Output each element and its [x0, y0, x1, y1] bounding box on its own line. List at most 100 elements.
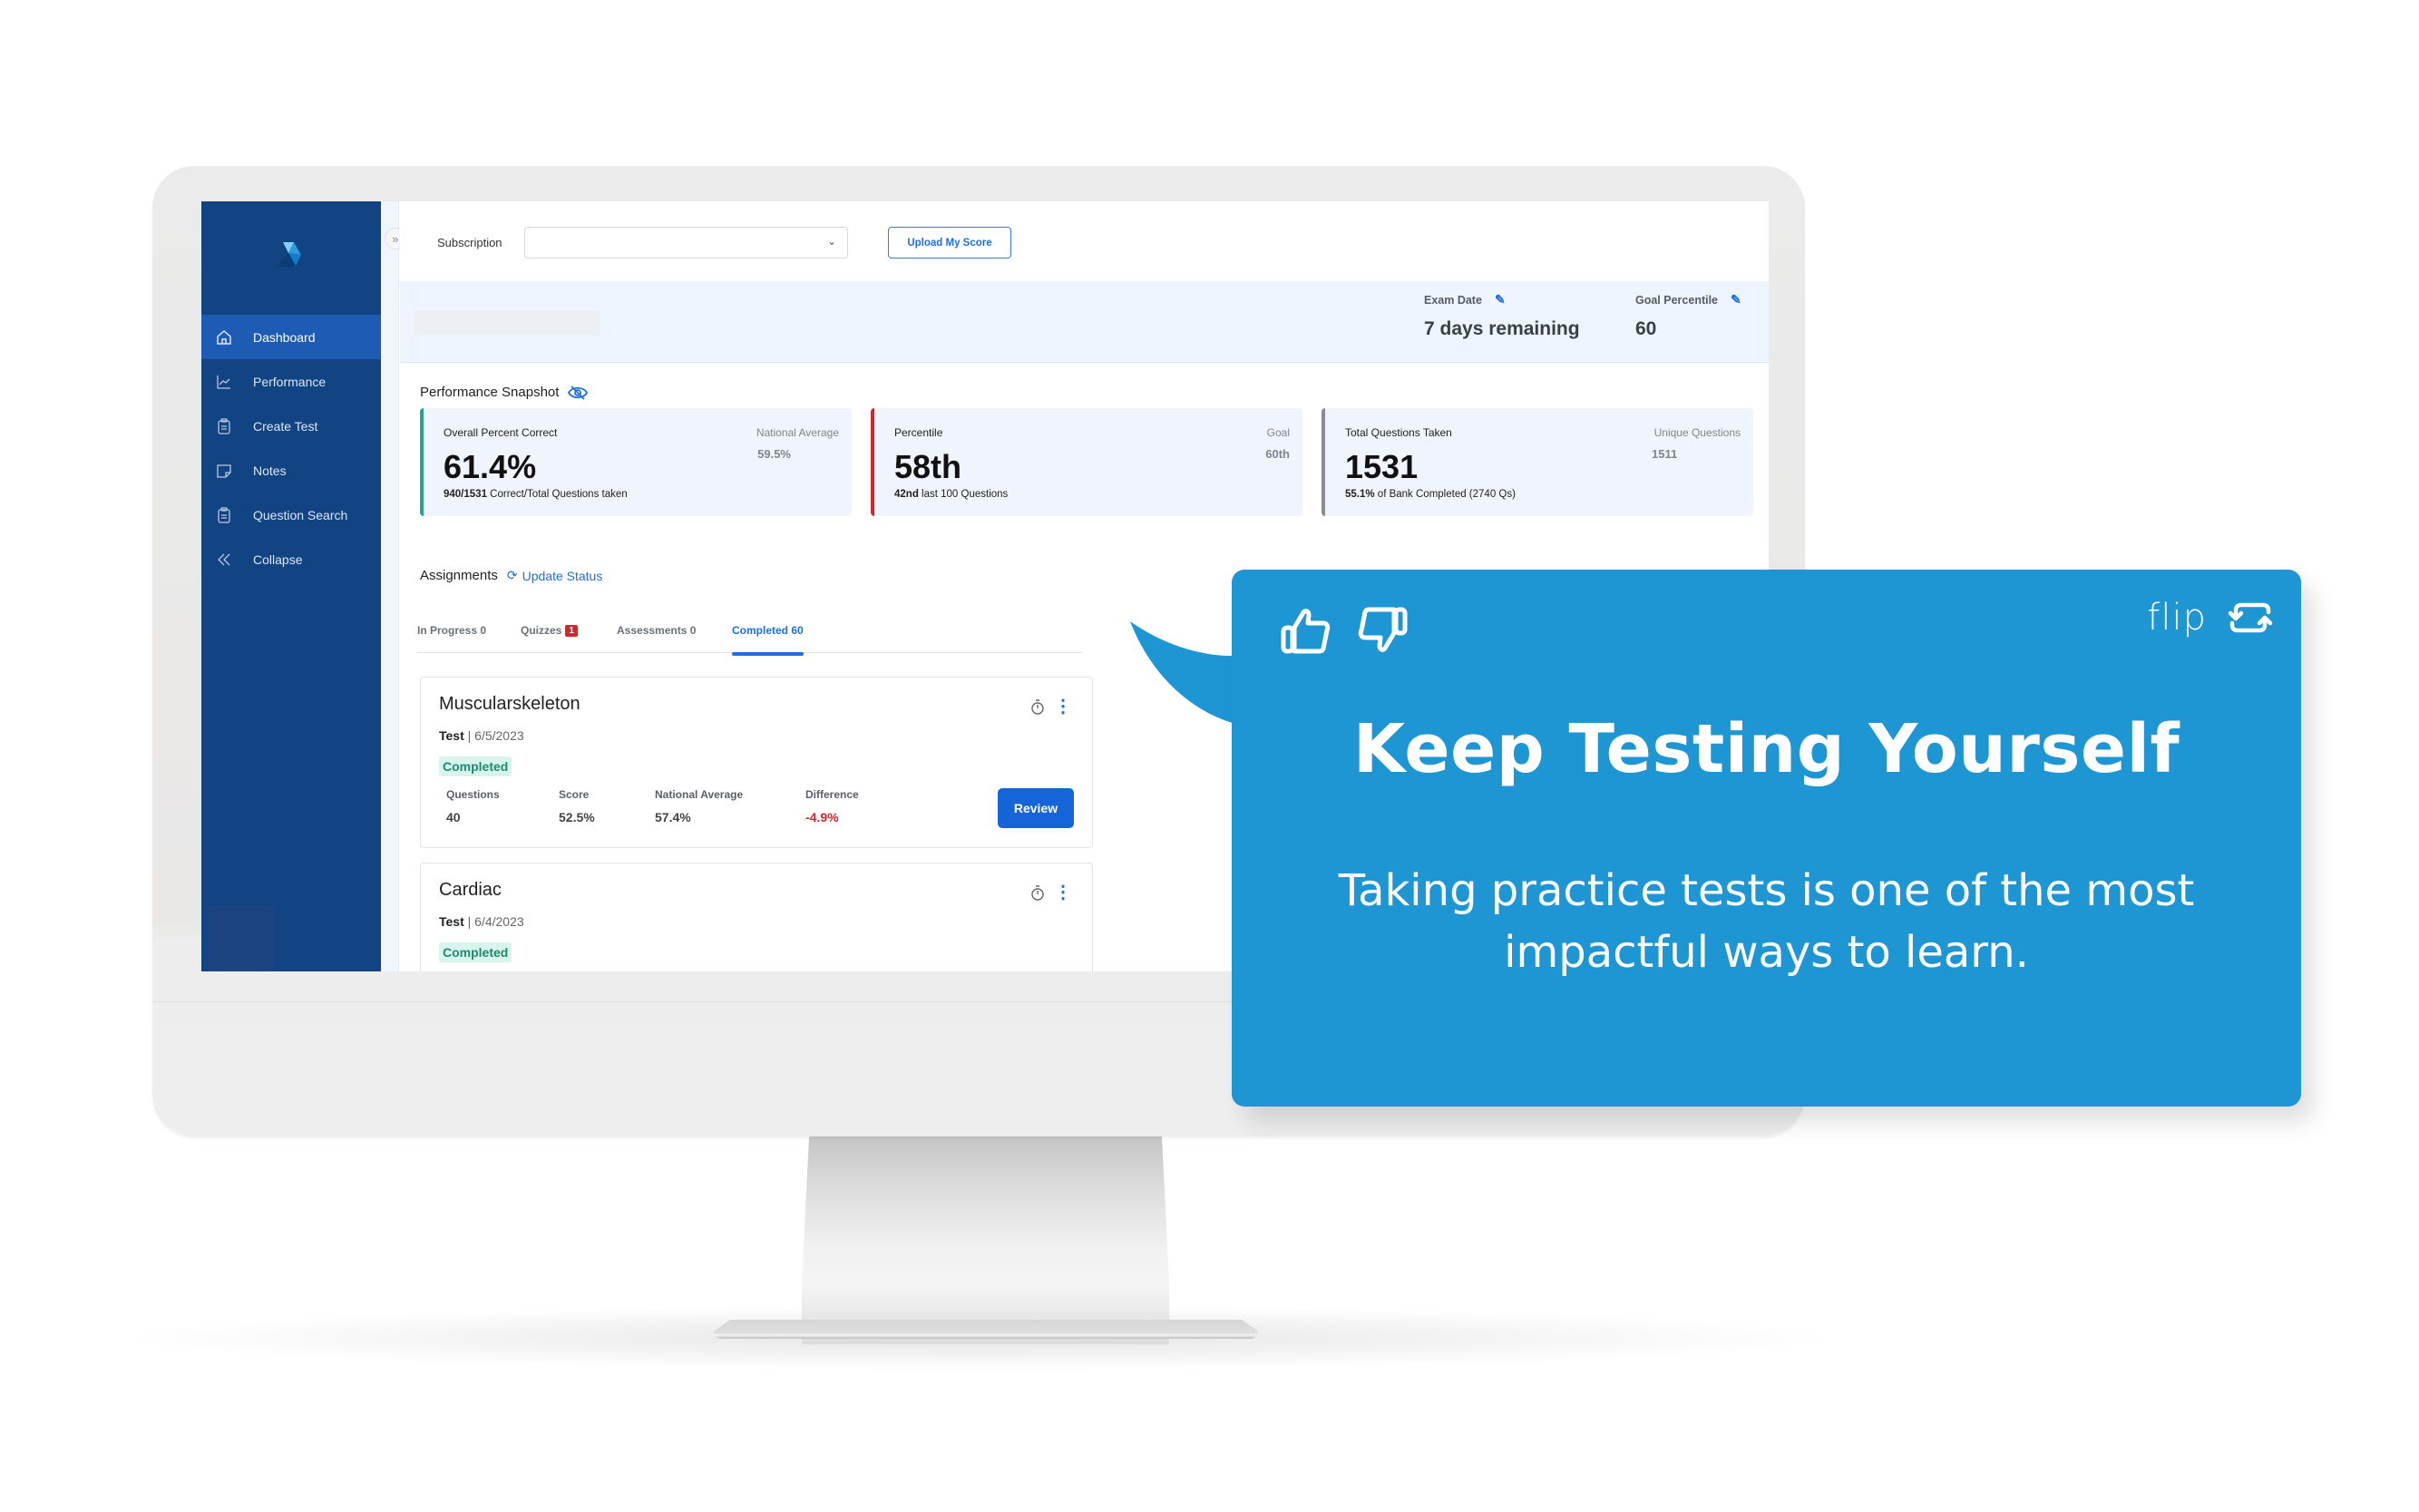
thumbs-down-button[interactable] — [1353, 601, 1411, 659]
thumbs-up-icon — [1281, 609, 1331, 654]
stat-right-value: 59.5% — [757, 447, 791, 461]
metric-questions: Questions 40 — [446, 788, 500, 824]
app-logo — [276, 242, 301, 267]
clipboard-icon — [216, 417, 232, 434]
assignments-heading: Assignments ⟳ Update Status — [420, 568, 602, 583]
loading-placeholder — [414, 310, 600, 336]
upload-my-score-button[interactable]: Upload My Score — [888, 227, 1011, 259]
stat-right-label: National Average — [756, 426, 839, 439]
stat-card-total-questions: Total Questions Taken 1531 55.1% of Bank… — [1322, 408, 1753, 516]
assignments-title: Assignments — [420, 568, 498, 583]
stopwatch-icon — [1030, 699, 1045, 720]
tab-label: Quizzes — [521, 624, 562, 637]
performance-snapshot-title: Performance Snapshot — [420, 385, 560, 400]
sidebar-item-label: Create Test — [253, 418, 318, 434]
sidebar-item-notes[interactable]: Notes — [201, 448, 381, 493]
update-status-link[interactable]: ⟳ Update Status — [507, 568, 602, 583]
sidebar-item-collapse[interactable]: Collapse — [201, 537, 381, 581]
stat-subtext-rest: of Bank Completed (2740 Qs) — [1374, 489, 1516, 500]
stat-subtext: 940/1531 Correct/Total Questions taken — [444, 489, 628, 500]
more-options-icon[interactable]: ⋮ — [1054, 697, 1072, 716]
assignment-tabs: In Progress 0 Quizzes 1 Assessments 0 Com… — [417, 620, 1082, 656]
sidebar-item-label: Notes — [253, 463, 287, 478]
double-chevron-left-icon — [216, 551, 232, 568]
flashcard-title: Keep Testing Yourself — [1352, 710, 2180, 788]
tab-label: In Progress 0 — [417, 624, 487, 637]
main-edge — [381, 201, 399, 971]
assignment-type: Test — [439, 728, 464, 743]
stat-value: 1531 — [1345, 448, 1419, 485]
tab-label: Assessments 0 — [617, 624, 697, 637]
stopwatch-icon — [1030, 885, 1045, 906]
status-badge: Completed — [439, 756, 512, 776]
flip-button[interactable]: flip — [2147, 597, 2274, 639]
flashcard-body: Taking practice tests is one of the most… — [1338, 865, 2195, 978]
exam-info-band: Exam Date ✎ 7 days remaining Goal Percen… — [400, 281, 1769, 363]
stat-value: 61.4% — [444, 448, 537, 485]
tab-label: Completed 60 — [732, 624, 804, 637]
metric-difference: Difference -4.9% — [805, 788, 859, 824]
subscription-select[interactable]: ⌄ — [524, 227, 848, 259]
metric-national-average: National Average 57.4% — [655, 788, 743, 824]
clipboard-search-icon — [216, 506, 232, 523]
stat-subtext-bold: 42nd — [894, 489, 919, 500]
sidebar-item-create-test[interactable]: Create Test — [201, 404, 381, 448]
metric-value: 40 — [446, 810, 461, 824]
goal-percentile-label: Goal Percentile — [1635, 293, 1719, 307]
stat-subtext: 42nd last 100 Questions — [894, 489, 1008, 500]
monitor-stand — [802, 1136, 1169, 1344]
edit-goal-pencil-icon[interactable]: ✎ — [1731, 292, 1741, 307]
stat-subtext-bold: 55.1% — [1345, 489, 1375, 500]
update-status-label: Update Status — [522, 568, 603, 583]
more-options-icon[interactable]: ⋮ — [1054, 883, 1072, 902]
stat-right-label: Unique Questions — [1653, 426, 1741, 439]
stat-card-percentile: Percentile 58th 42nd last 100 Questions … — [871, 408, 1302, 516]
subscription-label: Subscription — [437, 236, 502, 249]
sidebar-item-label: Dashboard — [253, 329, 316, 345]
eye-off-icon[interactable] — [568, 385, 589, 400]
assignment-meta: Test | 6/4/2023 — [439, 914, 524, 929]
edit-exam-date-pencil-icon[interactable]: ✎ — [1495, 292, 1506, 307]
metric-value: -4.9% — [805, 810, 839, 824]
sidebar-item-dashboard[interactable]: Dashboard — [201, 315, 381, 359]
stat-subtext-rest: last 100 Questions — [918, 489, 1009, 500]
flip-icon — [2228, 602, 2273, 633]
metric-score: Score 52.5% — [559, 788, 595, 824]
assignment-title: Cardiac — [439, 880, 502, 900]
note-icon — [216, 463, 232, 479]
performance-snapshot-heading: Performance Snapshot — [420, 385, 589, 400]
review-button[interactable]: Review — [998, 788, 1074, 828]
tab-assessments[interactable]: Assessments 0 — [617, 624, 696, 637]
thumbs-up-button[interactable] — [1277, 601, 1335, 659]
assignment-card: Cardiac Test | 6/4/2023 Completed ⋮ — [420, 863, 1093, 971]
home-icon — [216, 329, 232, 346]
stat-value: 58th — [894, 448, 962, 485]
goal-percentile-value: 60 — [1635, 318, 1657, 339]
stat-subtext: 55.1% of Bank Completed (2740 Qs) — [1345, 489, 1516, 500]
sidebar-placeholder — [208, 906, 273, 971]
assignment-title: Muscularskeleton — [439, 694, 580, 714]
sidebar-item-performance[interactable]: Performance — [201, 359, 381, 404]
metric-label: National Average — [655, 788, 744, 801]
stat-label: Overall Percent Correct — [444, 426, 558, 439]
assignment-card: Muscularskeleton Test | 6/5/2023 Complet… — [420, 677, 1093, 848]
stat-subtext-bold: 940/1531 — [444, 489, 487, 500]
tab-completed[interactable]: Completed 60 — [732, 624, 804, 656]
double-chevron-right-icon: » — [392, 231, 399, 246]
sidebar-item-label: Collapse — [253, 551, 303, 567]
exam-date-value: 7 days remaining — [1424, 318, 1580, 339]
stat-right-label: Goal — [1266, 426, 1290, 439]
chevron-down-icon: ⌄ — [826, 235, 836, 248]
goal-percentile-block: Goal Percentile ✎ 60 — [1635, 292, 1741, 340]
flip-label: flip — [2147, 597, 2207, 639]
status-badge: Completed — [439, 942, 512, 962]
tab-in-progress[interactable]: In Progress 0 — [417, 624, 486, 637]
metric-label: Score — [559, 788, 590, 801]
assignment-date: 6/4/2023 — [474, 914, 524, 929]
assignment-date: 6/5/2023 — [474, 728, 524, 743]
sidebar-item-question-search[interactable]: Question Search — [201, 493, 381, 537]
tab-quizzes[interactable]: Quizzes 1 — [521, 624, 578, 637]
monitor-stand-base — [714, 1320, 1258, 1339]
stat-right-value: 1511 — [1652, 447, 1678, 461]
stat-label: Total Questions Taken — [1345, 426, 1452, 439]
